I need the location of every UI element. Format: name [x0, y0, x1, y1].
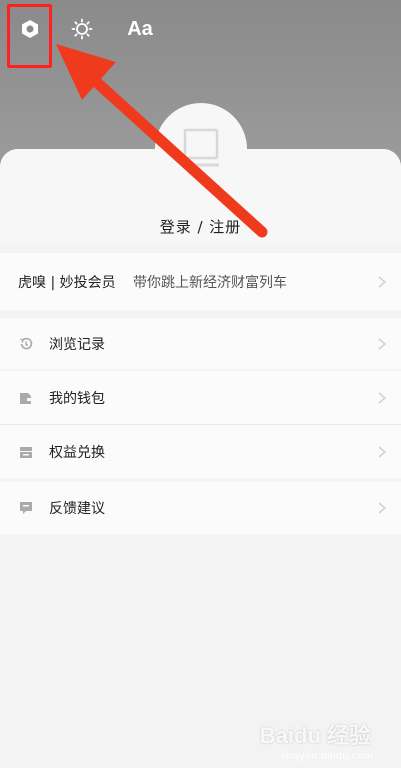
watermark-url: jingyan.baidu.com: [280, 751, 373, 762]
watermark-logo: Baidu 经验: [259, 723, 371, 748]
annotation-arrow: [56, 44, 268, 238]
